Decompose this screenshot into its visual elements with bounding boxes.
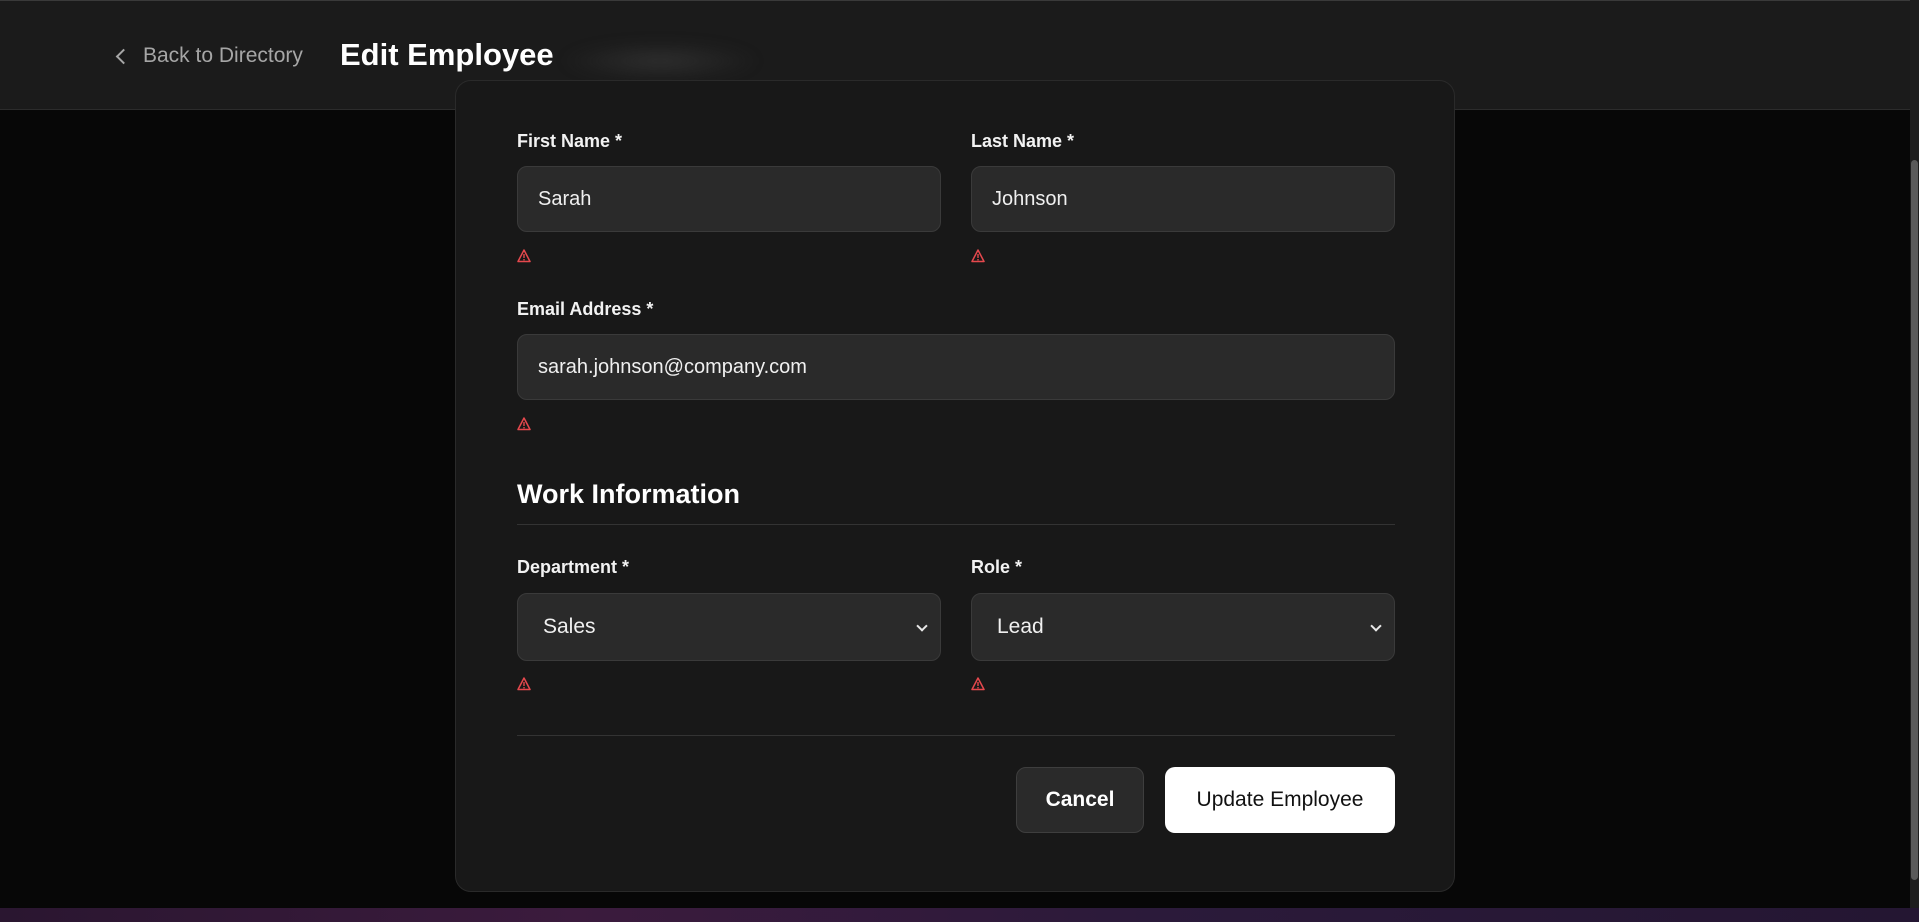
warning-icon xyxy=(517,417,531,431)
cancel-button[interactable]: Cancel xyxy=(1016,767,1144,833)
email-label: Email Address * xyxy=(517,299,654,319)
department-selected-value: Sales xyxy=(543,615,596,638)
last-name-input[interactable] xyxy=(971,166,1395,232)
department-select[interactable]: Sales xyxy=(517,593,941,661)
page: Back to Directory Edit Employee First Na… xyxy=(0,0,1910,908)
update-employee-button[interactable]: Update Employee xyxy=(1165,767,1395,833)
role-select[interactable]: Lead xyxy=(971,593,1395,661)
warning-icon xyxy=(517,677,531,691)
warning-icon xyxy=(517,249,531,263)
email-input[interactable] xyxy=(517,334,1395,400)
chevron-left-icon xyxy=(115,48,132,64)
chevron-down-icon xyxy=(916,620,928,632)
role-label: Role * xyxy=(971,557,1023,577)
employee-form-card: First Name * Last Name * Email Address *… xyxy=(455,80,1455,892)
first-name-label: First Name * xyxy=(517,131,623,151)
chevron-down-icon xyxy=(1370,620,1382,632)
department-label: Department * xyxy=(517,557,630,577)
back-to-directory-link[interactable]: Back to Directory xyxy=(114,41,303,71)
section-divider xyxy=(517,524,1395,525)
actions-divider xyxy=(517,735,1395,736)
warning-icon xyxy=(971,677,985,691)
first-name-input[interactable] xyxy=(517,166,941,232)
header-glow xyxy=(560,41,760,81)
last-name-label: Last Name * xyxy=(971,131,1075,151)
back-link-label: Back to Directory xyxy=(143,44,303,67)
warning-icon xyxy=(971,249,985,263)
taskbar-strip xyxy=(0,908,1919,922)
scrollbar-thumb[interactable] xyxy=(1911,160,1918,880)
page-title: Edit Employee xyxy=(340,37,554,72)
role-selected-value: Lead xyxy=(997,615,1044,638)
work-information-heading: Work Information xyxy=(517,479,741,509)
